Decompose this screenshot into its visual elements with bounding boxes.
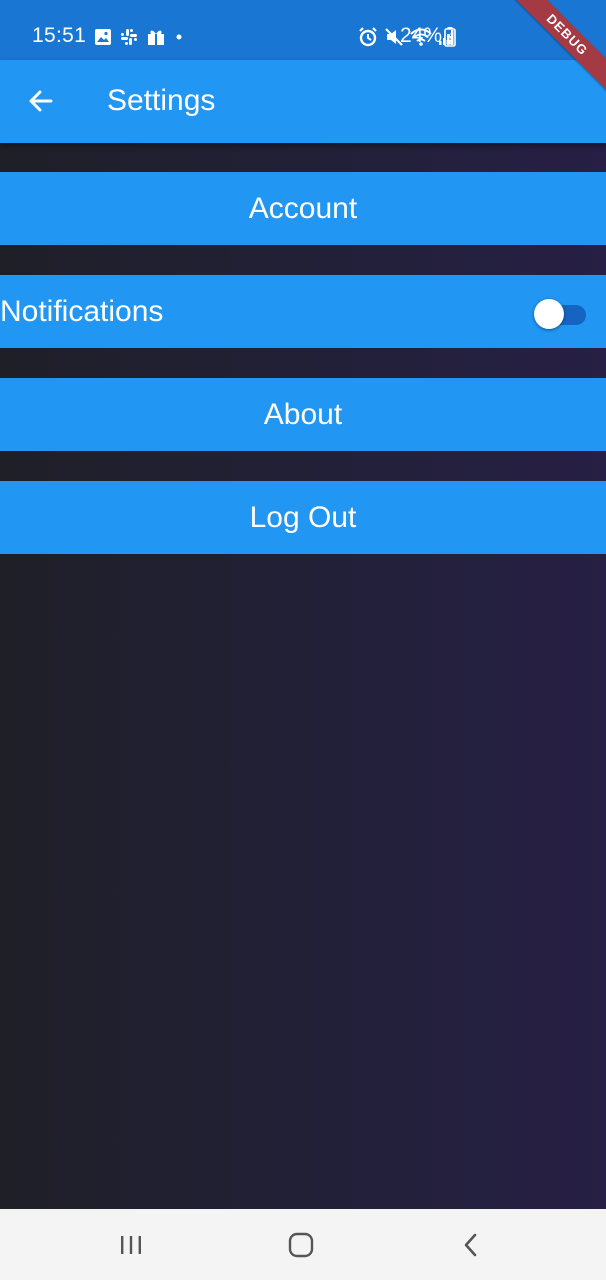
alarm-icon (358, 27, 378, 47)
about-button[interactable]: About (0, 378, 606, 451)
toggle-thumb (534, 299, 564, 329)
slack-icon (120, 28, 138, 46)
arrow-back-icon (27, 87, 55, 115)
home-button[interactable] (281, 1229, 321, 1261)
recent-apps-button[interactable] (111, 1229, 151, 1261)
settings-list: Account Notifications About Log Out (0, 143, 606, 1209)
image-icon (94, 28, 112, 46)
status-notification-icons (94, 26, 184, 48)
battery-percentage: 24% (400, 24, 443, 47)
dot-icon (174, 28, 184, 46)
logout-button[interactable]: Log Out (0, 481, 606, 554)
page-title: Settings (107, 84, 216, 117)
about-label: About (263, 398, 343, 431)
back-icon (460, 1232, 482, 1258)
notifications-label: Notifications (0, 295, 164, 328)
account-button[interactable]: Account (0, 172, 606, 245)
status-time: 15:51 (32, 24, 87, 47)
notifications-row: Notifications (0, 275, 606, 348)
screen: 15:51 24% DEBUG Settings Account Notific… (0, 0, 606, 1280)
battery-charging-icon (444, 27, 456, 47)
notifications-toggle[interactable] (534, 299, 588, 329)
home-icon (288, 1232, 314, 1258)
recent-apps-icon (118, 1233, 144, 1257)
app-bar: Settings (0, 60, 606, 143)
logout-label: Log Out (249, 501, 357, 534)
status-bar: 15:51 24% (0, 0, 606, 60)
gift-icon (146, 28, 166, 46)
nav-back-button[interactable] (451, 1229, 491, 1261)
system-nav-bar (0, 1209, 606, 1280)
back-button[interactable] (20, 80, 62, 122)
account-label: Account (248, 192, 358, 225)
